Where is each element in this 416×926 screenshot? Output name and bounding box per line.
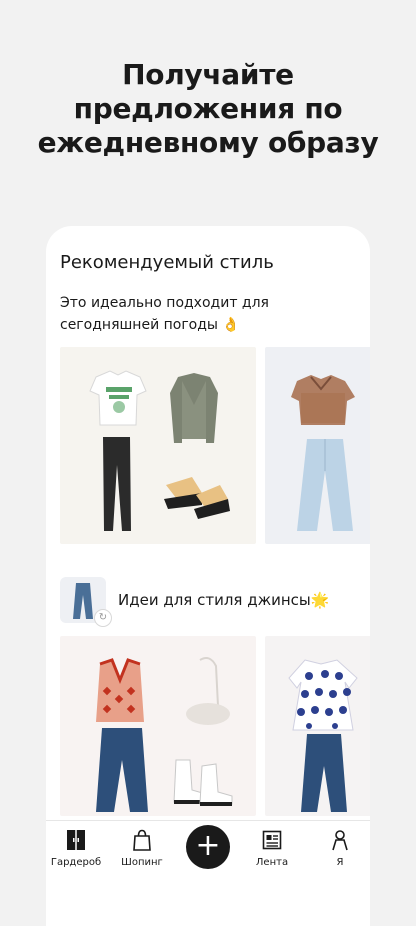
tab-feed-label: Лента [255,857,289,868]
add-button[interactable]: + [186,825,230,869]
headline-line-3: ежедневному образу [37,126,379,159]
wardrobe-icon [46,829,108,851]
profile-icon [308,829,370,851]
outfit-card-4[interactable] [265,636,370,816]
feed-icon [240,829,304,851]
outfit-card-2[interactable] [265,347,370,544]
tab-wardrobe-label: Гардероб [50,857,102,868]
recommended-style-title: Рекомендуемый стиль [60,252,274,273]
outfit-3-image [96,657,233,812]
description-line-1: Это идеально подходит для [60,295,269,311]
bottom-tab-bar: Гардероб Шопинг + Лента Я [46,820,370,901]
shopping-bag-icon [110,829,174,851]
refresh-icon: ↻ [94,609,112,627]
tab-profile-label: Я [336,857,344,868]
outfit-4-image [288,659,358,812]
recommended-style-description: Это идеально подходит для сегодняшней по… [60,292,350,336]
tab-shopping[interactable]: Шопинг [110,821,174,868]
tab-shopping-label: Шопинг [121,857,163,868]
tab-profile[interactable]: Я [308,821,370,868]
tab-feed[interactable]: Лента [240,821,304,868]
headline-line-1: Получайте [122,58,294,91]
headline-line-2: предложения по [73,92,343,125]
outfit-card-1[interactable] [60,347,256,544]
phone-screen: Рекомендуемый стиль Это идеально подходи… [46,226,370,926]
tab-wardrobe[interactable]: Гардероб [46,821,108,868]
outfit-2-image [291,375,355,531]
promo-headline: Получайте предложения по ежедневному обр… [0,58,416,160]
outfit-card-3[interactable] [60,636,256,816]
description-line-2: сегодняшней погоды 👌 [60,317,240,333]
outfit-1-image [89,370,230,531]
jeans-style-ideas-title: Идеи для стиля джинсы🌟 [118,591,330,609]
